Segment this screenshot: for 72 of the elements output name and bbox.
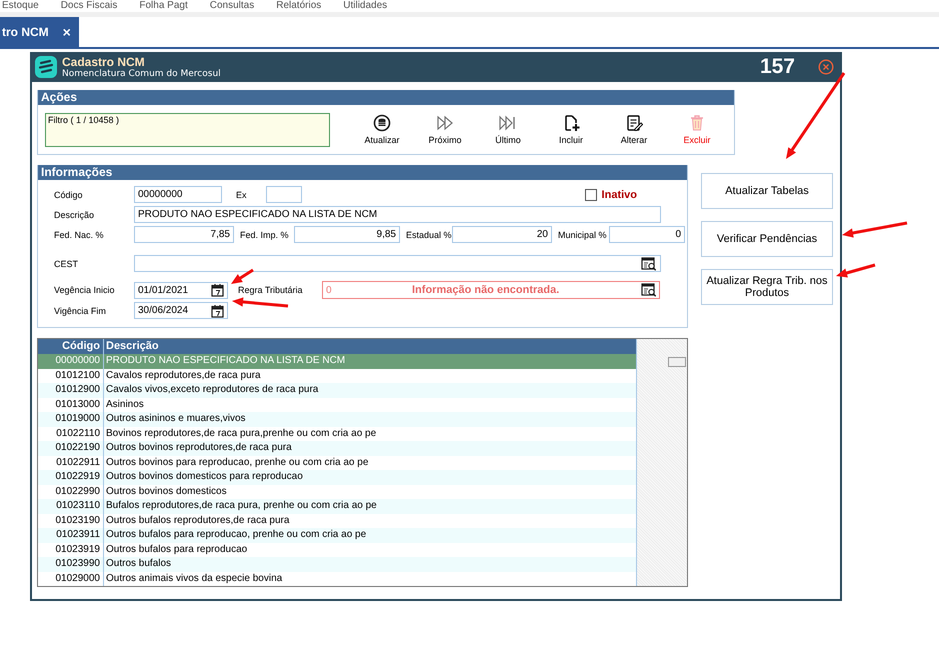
input-field[interactable]: PRODUTO NAO ESPECIFICADO NA LISTA DE NCM (134, 206, 661, 223)
input-field[interactable]: 7,85 (134, 226, 234, 243)
field-label: Regra Tributária (238, 285, 304, 295)
calendar-icon[interactable] (211, 283, 224, 297)
annotation-arrow (231, 268, 254, 284)
menu-item[interactable]: Estoque (2, 0, 39, 11)
toolbar-button[interactable]: Excluir (667, 114, 727, 145)
toolbar-button[interactable]: Incluir (541, 114, 601, 145)
skip-to-end-icon (499, 114, 517, 132)
field-label: Código (54, 190, 84, 200)
filter-field[interactable]: Filtro ( 1 / 10458 ) (45, 112, 330, 146)
table-row[interactable]: 01023990 Outros bufalos (38, 557, 636, 572)
field-label: Fed. Nac. % (54, 230, 105, 240)
table-row[interactable]: 01022190 Outros bovinos reprodutores,de raca pura (38, 441, 636, 456)
scroll-thumb[interactable] (668, 357, 686, 367)
table-row[interactable]: 01023110 Bufalos reprodutores,de raca pura, prenhe ou com cria ao pe (38, 499, 636, 514)
table-row[interactable]: 01012900 Cavalos vivos,exceto reprodutores de raca pura (38, 383, 636, 398)
menu-item[interactable]: Utilidades (343, 0, 388, 11)
tab[interactable]: tro NCM × (0, 17, 79, 47)
action-button[interactable]: Verificar Pendências (701, 221, 833, 257)
lookup-icon[interactable] (641, 256, 657, 270)
field-label: CEST (54, 258, 80, 268)
input-field[interactable] (134, 255, 661, 272)
panel-header: Ações (38, 90, 734, 105)
refresh-icon (373, 114, 391, 132)
toolbar-button[interactable]: Atualizar (352, 114, 412, 145)
input-field[interactable]: 0 (609, 226, 685, 243)
field-label: Descrição (54, 210, 96, 220)
inativo-checkbox[interactable]: Inativo (584, 188, 637, 200)
field-label: Fed. Imp. % (240, 230, 290, 240)
menu-item[interactable]: Consultas (210, 0, 254, 11)
toolbar-button[interactable]: Último (478, 114, 538, 145)
action-button[interactable]: Atualizar Tabelas (701, 173, 833, 209)
table-row[interactable]: 01023911 Outros bufalos para reproducao, prenhe ou com cria ao pe (38, 528, 636, 542)
menu-item[interactable]: Docs Fiscais (60, 0, 118, 11)
table-row[interactable]: 01019000 Outros asininos e muares,vivos (38, 412, 636, 426)
table-row[interactable]: 01029000 Outros animais vivos da especie bovina (38, 572, 636, 586)
document-pencil-icon (625, 114, 643, 132)
app-logo-icon (35, 56, 57, 78)
annotation-arrow (836, 264, 876, 278)
fast-forward-icon (436, 114, 454, 132)
input-field[interactable]: 9,85 (294, 226, 400, 243)
close-icon[interactable] (818, 59, 834, 75)
column-header[interactable]: Descrição (104, 339, 636, 354)
window-subtitle: Nomenclatura Comum do Mercosul (62, 69, 222, 79)
input-field[interactable]: 20 (452, 226, 552, 243)
menu-item[interactable]: Folha Pagt (139, 0, 188, 11)
trash-icon (688, 114, 706, 132)
field-label: Municipal % (558, 230, 608, 240)
window-title: Cadastro NCM (62, 55, 146, 69)
panel-header: Informações (38, 165, 687, 180)
annotation-arrow (232, 297, 288, 308)
menu-item[interactable]: Relatórios (276, 0, 322, 11)
input-field[interactable]: 30/06/2024 (134, 302, 228, 319)
table-row[interactable]: 01022919 Outros bovinos domesticos para reproducao (38, 470, 636, 484)
toolbar-button[interactable]: Próximo (415, 114, 475, 145)
annotation-arrow (842, 222, 908, 238)
record-count: 157 (760, 55, 795, 79)
lookup-icon[interactable] (641, 283, 657, 297)
scrollbar[interactable] (637, 339, 687, 586)
field-label: Estadual % (406, 230, 452, 240)
close-tab-button[interactable]: × (62, 24, 71, 40)
input-field[interactable]: 00000000 (134, 186, 222, 203)
add-document-icon (562, 114, 580, 132)
field-label: Vegência Inicio (54, 285, 116, 295)
field-label: Vigência Fim (54, 306, 107, 316)
calendar-icon[interactable] (211, 304, 224, 318)
input-field[interactable]: 01/01/2021 (134, 282, 228, 298)
input-field[interactable] (266, 186, 302, 203)
toolbar-button[interactable]: Alterar (604, 114, 664, 145)
field-label: Ex (236, 190, 248, 200)
action-button[interactable]: Atualizar Regra Trib. nos Produtos (701, 269, 833, 305)
